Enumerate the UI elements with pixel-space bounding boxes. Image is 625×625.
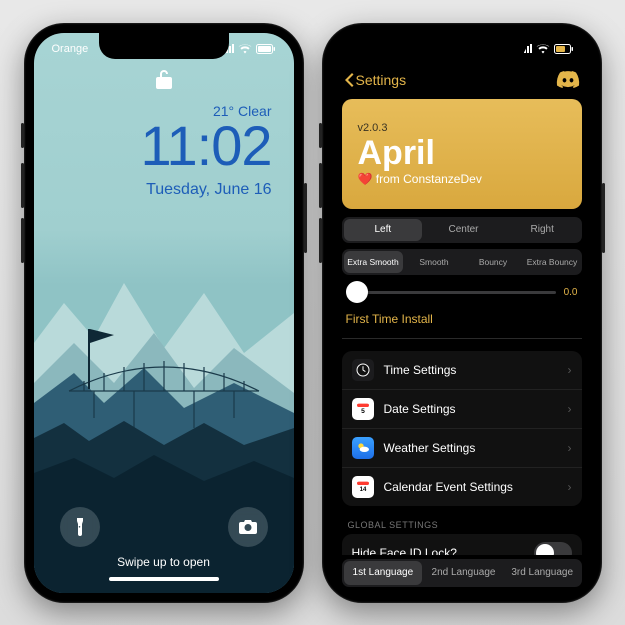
calendar14-icon: 14 [352, 476, 374, 498]
app-subtitle: ❤️ from ConstanzeDev [358, 172, 566, 186]
face-id-label: Hide Face ID Lock? [352, 546, 457, 555]
carrier-label: Orange [52, 43, 89, 55]
flashlight-button[interactable] [60, 507, 100, 547]
lang-tabs-option[interactable]: 2nd Language [424, 559, 503, 587]
face-id-switch[interactable] [534, 542, 572, 555]
settings-list: Time Settings›5Date Settings›Weather Set… [342, 351, 582, 506]
swipe-hint: Swipe up to open [117, 555, 210, 569]
row-label: Weather Settings [384, 441, 558, 455]
nav-bar: Settings [332, 65, 592, 95]
mute-switch[interactable] [319, 123, 322, 148]
power-button[interactable] [602, 183, 605, 253]
back-button[interactable]: Settings [344, 72, 407, 88]
row-label: Time Settings [384, 363, 558, 377]
version-label: v2.0.3 [358, 122, 566, 134]
settings-row[interactable]: 14 Calendar Event Settings › [342, 468, 582, 506]
slider-value: 0.0 [564, 287, 578, 298]
notch [99, 33, 229, 59]
chevron-right-icon: › [568, 441, 572, 455]
seg-align-option[interactable]: Left [344, 219, 423, 241]
camera-button[interactable] [228, 507, 268, 547]
wifi-icon [536, 44, 550, 54]
first-install-link[interactable]: First Time Install [342, 308, 582, 339]
seg-anim-option[interactable]: Bouncy [464, 249, 523, 275]
animation-segment[interactable]: Extra SmoothSmoothBouncyExtra Bouncy [342, 249, 582, 275]
seg-anim-option[interactable]: Extra Bouncy [523, 249, 582, 275]
seg-anim-option[interactable]: Extra Smooth [344, 251, 403, 273]
hero-banner: v2.0.3 April ❤️ from ConstanzeDev [342, 99, 582, 209]
battery-icon [554, 44, 574, 54]
settings-row[interactable]: 5 Date Settings › [342, 390, 582, 429]
lang-tabs-option[interactable]: 3rd Language [503, 559, 582, 587]
animation-slider-row: 0.0 [342, 281, 582, 308]
clock-time: 11:02 [141, 113, 272, 178]
discord-icon[interactable] [556, 68, 580, 92]
weather-icon [352, 437, 374, 459]
row-label: Calendar Event Settings [384, 480, 558, 494]
calendar5-icon: 5 [352, 398, 374, 420]
settings-screen: 22:59 Settings v2.0.3 April ❤️ from Cons… [332, 33, 592, 593]
seg-anim-option[interactable]: Smooth [405, 249, 464, 275]
settings-row[interactable]: Time Settings › [342, 351, 582, 390]
face-id-toggle-row: Hide Face ID Lock? [342, 534, 582, 555]
language-tabs[interactable]: 1st Language2nd Language3rd Language [342, 559, 582, 587]
global-settings-header: GLOBAL SETTINGS [342, 506, 582, 534]
svg-text:14: 14 [359, 487, 366, 493]
seg-align-option[interactable]: Center [424, 217, 503, 243]
volume-up[interactable] [319, 163, 322, 208]
clock-icon [352, 359, 374, 381]
slider-thumb[interactable] [346, 281, 368, 303]
lang-tabs-option[interactable]: 1st Language [344, 561, 423, 585]
app-title: April [358, 136, 566, 170]
chevron-right-icon: › [568, 363, 572, 377]
chevron-right-icon: › [568, 480, 572, 494]
volume-up[interactable] [21, 163, 24, 208]
seg-align-option[interactable]: Right [503, 217, 582, 243]
mute-switch[interactable] [21, 123, 24, 148]
svg-text:5: 5 [361, 408, 365, 415]
power-button[interactable] [304, 183, 307, 253]
alignment-segment[interactable]: LeftCenterRight [342, 217, 582, 243]
date-label: Tuesday, June 16 [146, 181, 271, 199]
battery-icon [256, 44, 276, 54]
unlock-icon [156, 69, 172, 94]
back-label: Settings [356, 72, 407, 88]
phone-settings: 22:59 Settings v2.0.3 April ❤️ from Cons… [322, 23, 602, 603]
settings-row[interactable]: Weather Settings › [342, 429, 582, 468]
home-indicator[interactable] [109, 577, 219, 581]
wifi-icon [238, 44, 252, 54]
row-label: Date Settings [384, 402, 558, 416]
lockscreen[interactable]: Orange 21° Clear 11:02 Tuesday, June 16 [34, 33, 294, 593]
volume-down[interactable] [319, 218, 322, 263]
chevron-left-icon [344, 73, 354, 87]
settings-content: LeftCenterRight Extra SmoothSmoothBouncy… [332, 217, 592, 555]
phone-lockscreen: Orange 21° Clear 11:02 Tuesday, June 16 [24, 23, 304, 603]
animation-slider[interactable] [346, 291, 556, 294]
notch [397, 33, 527, 59]
volume-down[interactable] [21, 218, 24, 263]
chevron-right-icon: › [568, 402, 572, 416]
